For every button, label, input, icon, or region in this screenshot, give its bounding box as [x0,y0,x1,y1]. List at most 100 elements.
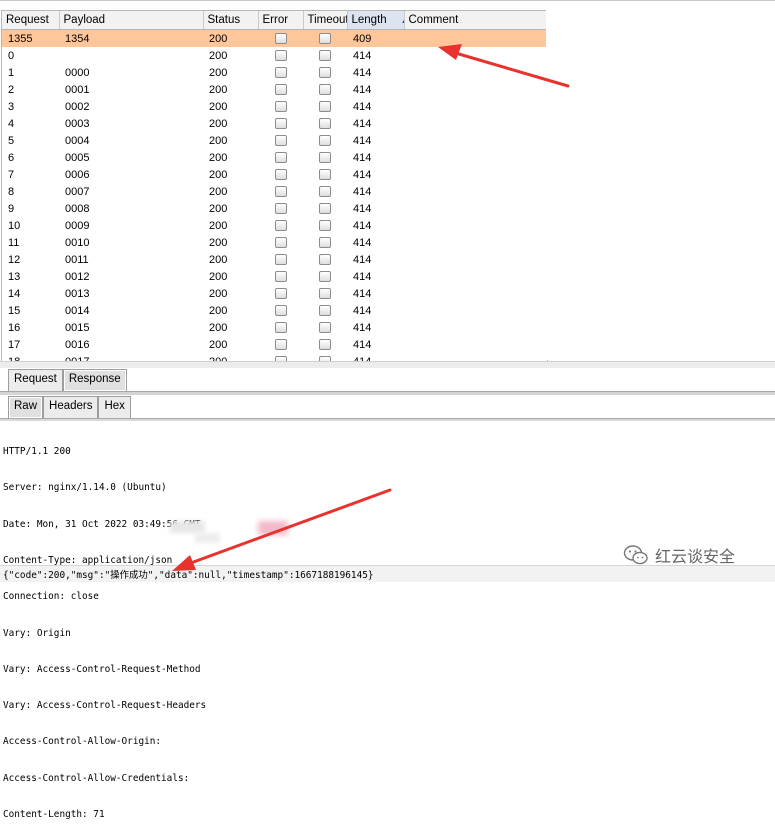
cell-payload: 0015 [65,321,90,334]
cell-status: 200 [209,270,228,283]
timeout-checkbox [319,67,331,79]
error-checkbox [274,271,287,283]
cell-comment [404,149,547,166]
cell-payload: 0004 [65,134,90,147]
cell-request: 11 [8,236,20,249]
cell-payload: 0016 [65,338,90,351]
table-row[interactable]: 6 0005 200 414 [2,149,547,166]
cell-length: 414 [353,66,372,79]
cell-request: 16 [8,321,21,334]
cell-payload: 0012 [65,270,90,283]
cell-request: 10 [8,219,21,232]
wechat-logo-icon [623,545,648,565]
cell-length: 414 [353,253,372,266]
table-row[interactable]: 7 0006 200 414 [2,166,547,183]
table-row[interactable]: 11 0010 200 414 [2,234,547,251]
column-header-error[interactable]: Error [258,11,304,30]
watermark-text: 红云谈安全 [655,549,736,566]
cell-length: 414 [353,134,372,147]
cell-status: 200 [209,117,228,130]
cell-timeout [303,64,347,81]
table-row[interactable]: 12 0011 200 414 [2,251,547,268]
table-row[interactable]: 0 200 414 [2,47,547,64]
table-row[interactable]: 1355 1354 200 409 [2,29,547,47]
cell-payload: 0010 [65,236,90,249]
table-row[interactable]: 1 0000 200 414 [2,64,547,81]
cell-timeout [303,29,347,47]
timeout-checkbox [319,101,331,113]
cell-error [258,132,303,149]
cell-request: 8 [8,185,15,198]
cell-comment [404,336,547,353]
cell-length: 414 [353,270,372,283]
cell-length: 414 [353,100,372,113]
cell-payload: 0002 [65,100,90,113]
cell-error [258,319,303,336]
table-row[interactable]: 16 0015 200 414 [2,319,547,336]
cell-payload: 0003 [65,117,90,130]
table-row[interactable]: 5 0004 200 414 [2,132,547,149]
error-checkbox [274,237,287,249]
cell-timeout [303,183,347,200]
table-row[interactable]: 15 0014 200 414 [2,302,547,319]
cell-timeout [303,251,347,268]
table-row[interactable]: 3 0002 200 414 [2,98,547,115]
tab-request[interactable]: Request [8,369,63,391]
timeout-checkbox [319,254,331,266]
column-header-timeout[interactable]: Timeout [303,11,348,30]
message-tabs: Request Response [8,369,127,391]
timeout-checkbox [319,288,331,300]
cell-comment [404,183,547,200]
cell-error [258,64,303,81]
table-row[interactable]: 14 0013 200 414 [2,285,547,302]
cell-length: 414 [353,321,372,334]
error-checkbox [274,84,287,96]
column-header-comment[interactable]: Comment [404,11,547,30]
cell-error [258,234,303,251]
tab-response[interactable]: Response [62,369,127,391]
tab-headers[interactable]: Headers [43,396,99,418]
table-row[interactable]: 8 0007 200 414 [2,183,547,200]
error-checkbox [274,33,287,45]
cell-length: 414 [353,185,372,198]
response-line: Server: nginx/1.14.0 (Ubuntu) [3,482,167,494]
cell-error [258,268,303,285]
cell-status: 200 [209,202,228,215]
column-header-length[interactable]: Length▲ [347,11,405,30]
cell-status: 200 [209,100,228,113]
cell-request: 6 [8,151,15,164]
column-header-request[interactable]: Request [2,11,60,30]
cell-status: 200 [209,304,228,317]
cell-status: 200 [209,321,228,334]
response-line: HTTP/1.1 200 [3,446,71,458]
table-row[interactable]: 2 0001 200 414 [2,81,547,98]
error-checkbox [274,186,287,198]
cell-timeout [303,336,347,353]
cell-length: 409 [347,29,404,47]
column-header-status[interactable]: Status [203,11,259,30]
cell-comment [404,319,547,336]
response-body-json[interactable]: {"code":200,"msg":"操作成功","data":null,"ti… [3,567,374,581]
table-row[interactable]: 17 0016 200 414 [2,336,547,353]
timeout-checkbox [319,237,331,249]
cell-timeout [303,200,347,217]
pane-splitter[interactable] [0,361,775,368]
cell-request: 5 [8,134,15,147]
cell-length: 414 [353,219,372,232]
cell-payload: 0001 [65,83,90,96]
table-row[interactable]: 9 0008 200 414 [2,200,547,217]
table-row[interactable]: 10 0009 200 414 [2,217,547,234]
cell-length: 414 [353,151,372,164]
redaction-blur [258,521,288,535]
tab-band [0,391,775,395]
results-table[interactable]: Request Payload Status Error Timeout Len… [1,10,548,362]
table-row[interactable]: 13 0012 200 414 [2,268,547,285]
timeout-checkbox [319,33,331,45]
tab-raw[interactable]: Raw [8,396,44,418]
table-row[interactable]: 4 0003 200 414 [2,115,547,132]
tab-hex[interactable]: Hex [98,396,131,418]
column-header-payload[interactable]: Payload [59,11,204,30]
table-empty-area [546,10,775,360]
cell-length: 414 [353,236,372,249]
cell-timeout [303,302,347,319]
